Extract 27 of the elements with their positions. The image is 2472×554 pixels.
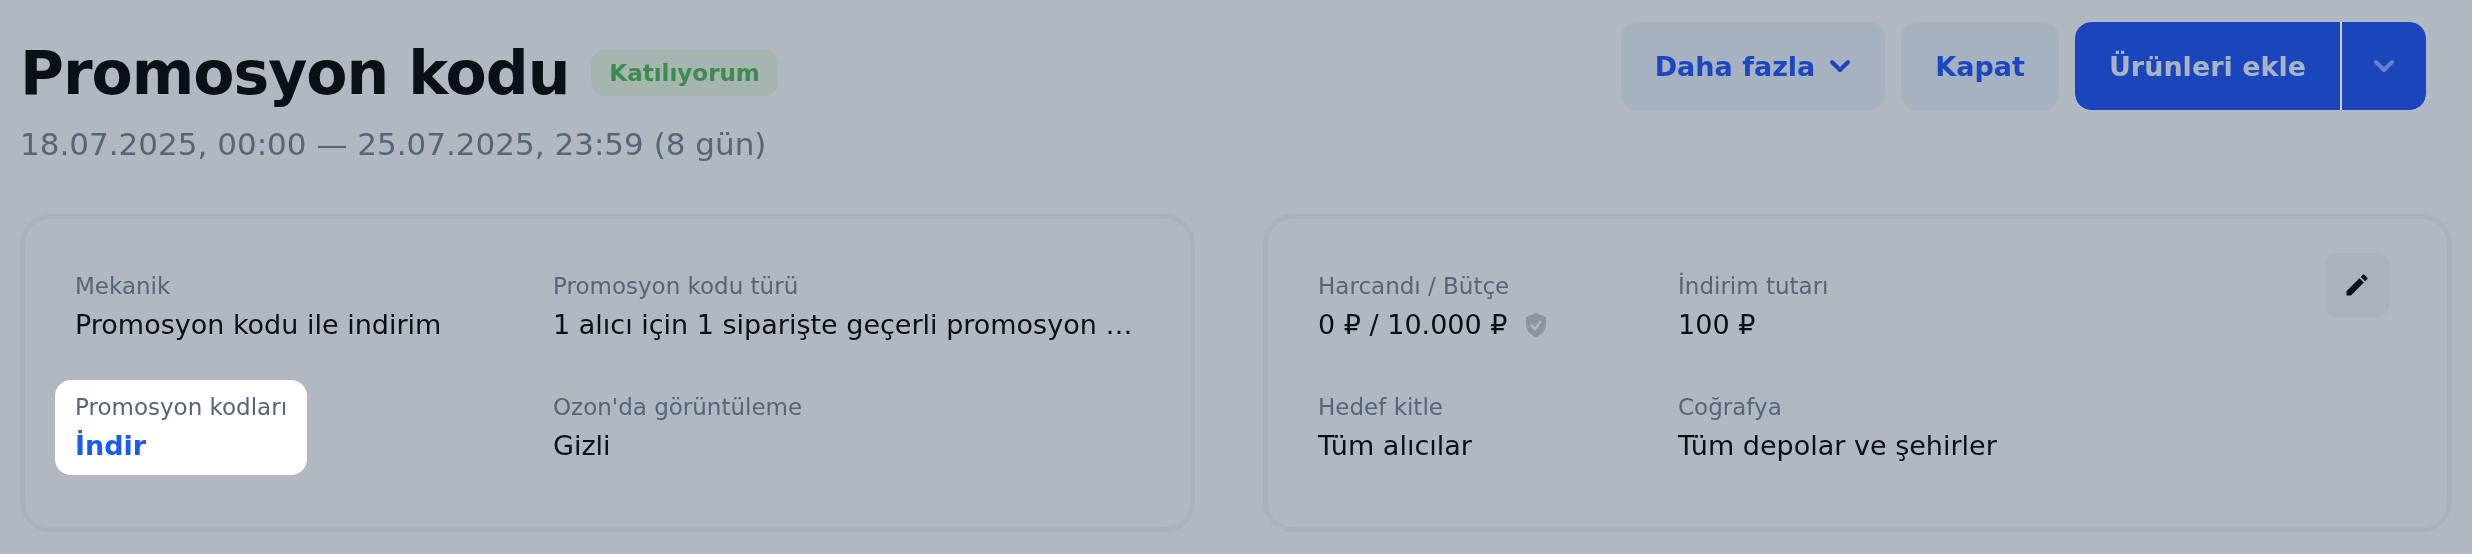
- field-label: Mekanik: [75, 273, 172, 299]
- edit-button[interactable]: [2325, 253, 2389, 317]
- field-label: Harcandı / Bütçe: [1318, 273, 1511, 299]
- field-value: 0 ₽ / 10.000 ₽: [1318, 309, 1508, 340]
- page-title: Promosyon kodu: [20, 40, 570, 106]
- close-button[interactable]: Kapat: [1901, 22, 2059, 110]
- field-label: Promosyon kodu türü: [553, 273, 800, 299]
- field-value: 100 ₽: [1678, 309, 1757, 340]
- field-value: Gizli: [553, 430, 612, 461]
- field-label: Promosyon kodları: [75, 394, 288, 420]
- chevron-down-icon: [2373, 59, 2395, 73]
- chevron-down-icon: [1829, 59, 1852, 73]
- more-button[interactable]: Daha fazla: [1620, 22, 1886, 110]
- field-value: Promosyon kodu ile indirim: [75, 309, 442, 340]
- field-value: Tüm alıcılar: [1318, 430, 1472, 461]
- status-badge: Katılıyorum: [591, 50, 778, 96]
- field-label: Coğrafya: [1678, 394, 1783, 420]
- add-products-button[interactable]: Ürünleri ekle: [2074, 22, 2340, 110]
- field-label: İndirim tutarı: [1678, 273, 1829, 299]
- field-label: Hedef kitle: [1318, 394, 1444, 420]
- download-link[interactable]: İndir: [75, 430, 288, 461]
- field-value: Tüm depolar ve şehirler: [1678, 430, 1997, 461]
- date-range: 18.07.2025, 00:00 — 25.07.2025, 23:59 (8 gün): [20, 126, 768, 162]
- field-value: 1 alıcı için 1 siparişte geçerli promosyon …: [553, 309, 1133, 340]
- shield-check-icon: [1525, 311, 1548, 338]
- dropdown-toggle[interactable]: [2342, 22, 2426, 110]
- field-label: Ozon'da görüntüleme: [553, 394, 803, 420]
